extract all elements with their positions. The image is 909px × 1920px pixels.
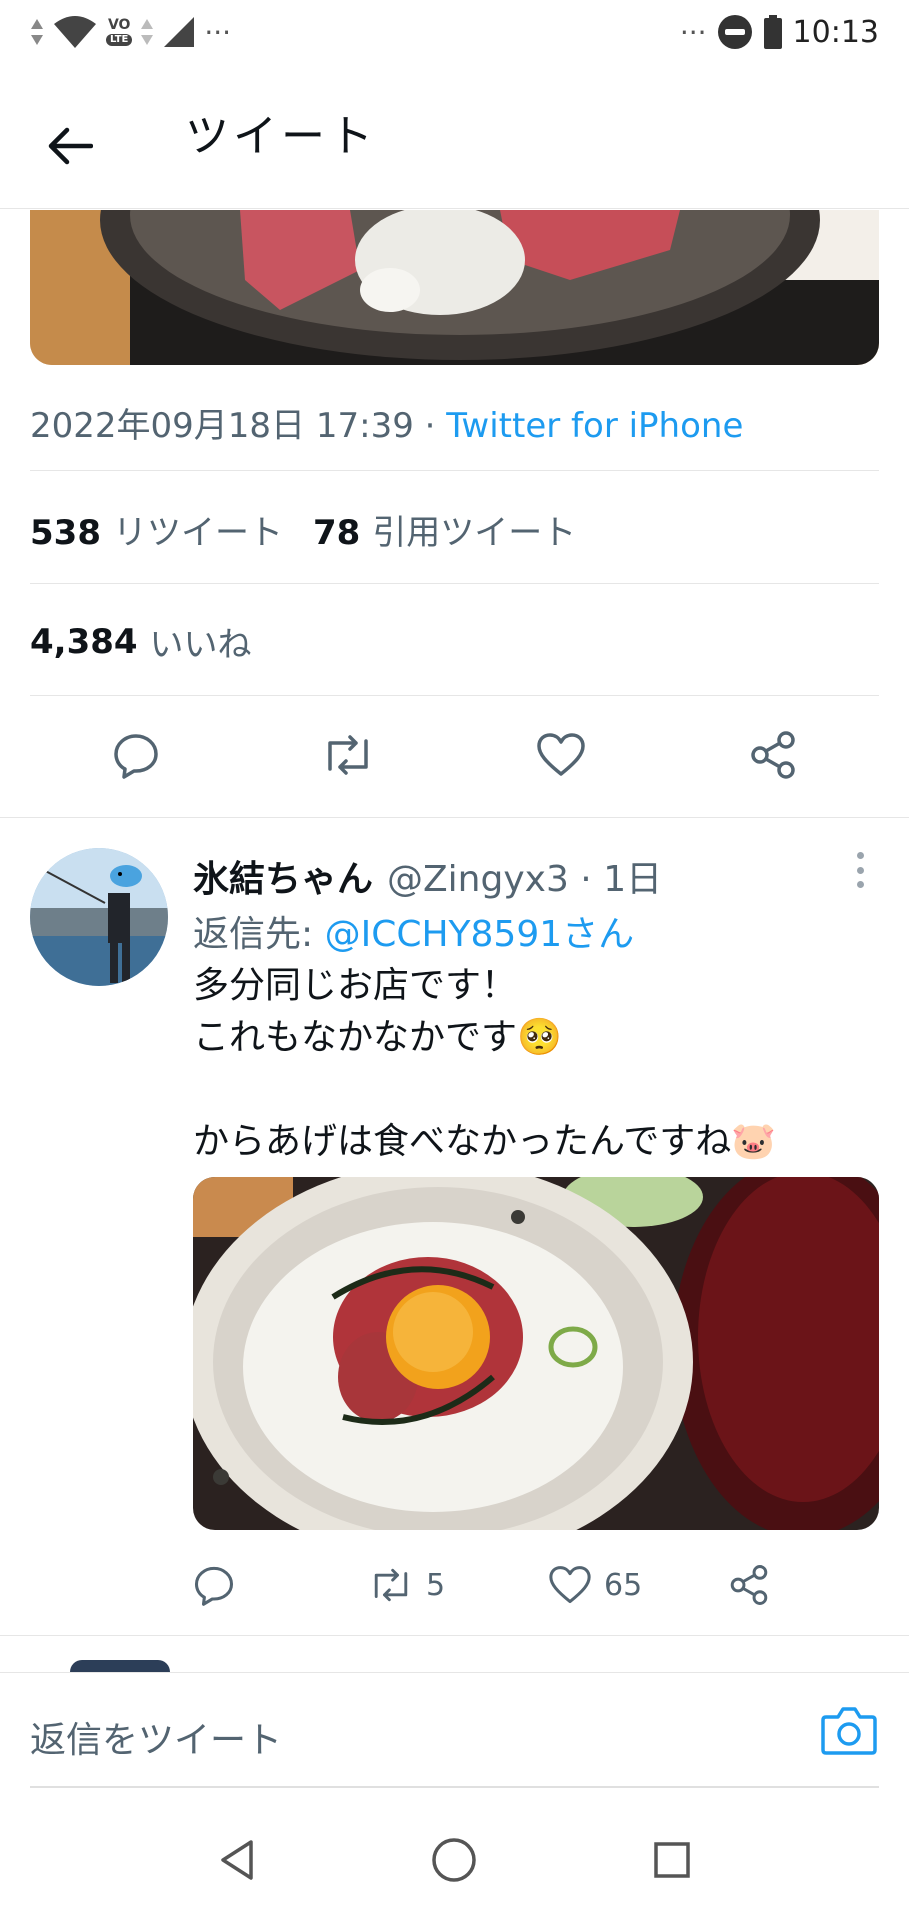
retweet-icon <box>328 735 369 775</box>
divider <box>30 695 879 696</box>
reply-button[interactable] <box>106 725 166 785</box>
food-photo <box>30 210 879 365</box>
reply-share-button[interactable] <box>728 1564 770 1606</box>
tweet-image[interactable] <box>30 210 879 365</box>
signal-icon <box>164 17 195 47</box>
divider <box>30 470 879 471</box>
tweet-source-link[interactable]: Twitter for iPhone <box>446 406 743 446</box>
camera-icon <box>821 1707 877 1755</box>
reply-like-count: 65 <box>604 1567 643 1603</box>
reply-input[interactable]: 返信をツイート <box>30 1711 282 1763</box>
battery-icon <box>763 15 782 49</box>
reply-icon <box>114 734 158 779</box>
retweet-button[interactable] <box>318 725 378 785</box>
back-nav-icon[interactable] <box>217 1838 257 1882</box>
likes-count: 4,384 <box>30 621 138 662</box>
dot-icon <box>856 852 864 859</box>
reply-author-handle: @Zingyx3 · 1日 <box>387 859 663 900</box>
likes-label: いいね <box>149 625 252 665</box>
reply-to-mention[interactable]: @ICCHY8591さん <box>325 914 635 955</box>
next-reply-avatar-peek <box>70 1660 170 1672</box>
system-nav-bar <box>0 1800 909 1920</box>
retweets-stat[interactable]: 538 リツイート <box>30 505 283 554</box>
tweet-meta: 2022年09月18日 17:39 · Twitter for iPhone <box>30 398 743 447</box>
divider <box>30 583 879 584</box>
back-button[interactable] <box>40 116 100 176</box>
data-activity-icon-2 <box>141 19 154 45</box>
home-nav-icon[interactable] <box>430 1836 478 1884</box>
status-bar: VO LTE ··· ··· 10:13 <box>0 0 909 76</box>
reply-composer[interactable]: 返信をツイート <box>0 1672 909 1791</box>
likes-stat[interactable]: 4,384 いいね <box>30 617 252 666</box>
share-icon <box>751 731 795 779</box>
retweets-label: リツイート <box>112 513 283 553</box>
status-left-more: ··· <box>204 15 232 49</box>
tweet-stats: 538 リツイート 78 引用ツイート <box>30 505 576 554</box>
tweet-actions <box>30 700 879 810</box>
quotes-count: 78 <box>312 513 361 553</box>
heart-icon <box>549 1566 591 1604</box>
reply-to-label: 返信先: <box>193 914 325 955</box>
arrow-left-icon <box>48 127 93 165</box>
composer-underline <box>30 1786 879 1788</box>
rice-bowl-photo <box>193 1177 879 1530</box>
reply-image[interactable] <box>193 1177 879 1530</box>
like-button[interactable] <box>531 725 591 785</box>
reply-text: 多分同じお店です！ これもなかなかです🥺 からあげは食べなかったんですね🐷 <box>193 965 777 1162</box>
more-options-button[interactable] <box>848 852 872 888</box>
camera-button[interactable] <box>820 1703 878 1761</box>
tweet-timestamp: 2022年09月18日 17:39 · <box>30 406 447 446</box>
reply-header: 氷結ちゃん @Zingyx3 · 1日 <box>193 850 662 902</box>
recents-nav-icon[interactable] <box>652 1840 692 1880</box>
app-header <box>0 76 909 209</box>
thread-separator <box>0 1635 909 1636</box>
reply-reply-button[interactable] <box>193 1564 368 1606</box>
heart-icon <box>536 733 585 776</box>
clock: 10:13 <box>792 14 879 50</box>
retweets-count: 538 <box>30 513 101 553</box>
reply-retweet-count: 5 <box>426 1567 446 1603</box>
reply-icon <box>194 1566 234 1606</box>
dot-icon <box>856 866 864 874</box>
reply-retweet-button[interactable]: 5 <box>368 1565 548 1605</box>
reply-like-button[interactable]: 65 <box>548 1565 728 1605</box>
avatar[interactable] <box>30 848 168 986</box>
status-right-more: ··· <box>679 15 707 49</box>
reply-author-name[interactable]: 氷結ちゃん <box>193 850 373 902</box>
page-title: ツイート <box>185 111 377 162</box>
dot-icon <box>856 881 864 888</box>
wifi-icon <box>54 16 96 48</box>
avatar-image <box>30 848 168 986</box>
reply-to: 返信先: @ICCHY8591さん <box>193 905 634 957</box>
retweet-icon <box>374 1568 408 1602</box>
do-not-disturb-icon <box>717 15 752 49</box>
share-button[interactable] <box>743 725 803 785</box>
quotes-label: 引用ツイート <box>372 513 577 553</box>
quotes-stat[interactable]: 78 引用ツイート <box>313 505 576 554</box>
share-icon <box>730 1565 768 1605</box>
status-left: VO LTE ··· <box>30 14 231 50</box>
reply-actions: 5 65 <box>193 1555 883 1615</box>
volte-badge: VO LTE <box>106 17 133 46</box>
thread-separator <box>0 817 909 818</box>
status-right: ··· 10:13 <box>680 14 879 50</box>
data-activity-icon <box>31 19 43 45</box>
